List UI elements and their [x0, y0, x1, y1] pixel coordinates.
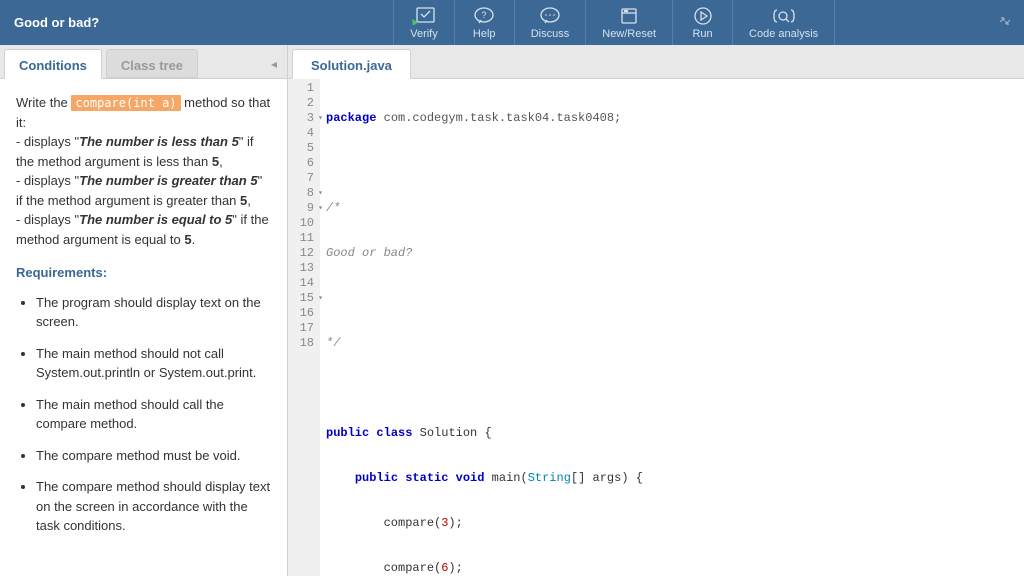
- tab-conditions[interactable]: Conditions: [4, 49, 102, 79]
- collapse-left-icon[interactable]: ◂: [265, 49, 283, 78]
- code-analysis-button[interactable]: Code analysis: [732, 0, 835, 45]
- help-button[interactable]: ? Help: [454, 0, 514, 45]
- new-reset-icon: [619, 6, 639, 26]
- line-gutter: 1 2 3 4 5 6 7 8 9 10 11 12 13 14 15 16 1…: [288, 79, 320, 576]
- run-button[interactable]: Run: [672, 0, 732, 45]
- requirement-item: The compare method should display text o…: [36, 477, 271, 536]
- editor-panel: Solution.java 1 2 3 4 5 6 7 8 9 10 11 12…: [288, 45, 1024, 576]
- cond-line-3: - displays "The number is equal to 5" if…: [16, 210, 271, 249]
- discuss-icon: [539, 6, 561, 26]
- code-area[interactable]: package com.codegym.task.task04.task0408…: [320, 79, 1024, 576]
- verify-button[interactable]: Verify: [393, 0, 454, 45]
- method-signature-code: compare(int a): [71, 95, 180, 111]
- task-intro: Write the compare(int a) method so that …: [16, 93, 271, 132]
- tab-class-tree[interactable]: Class tree: [106, 49, 198, 78]
- requirement-item: The main method should call the compare …: [36, 395, 271, 434]
- code-analysis-icon: [772, 6, 796, 26]
- run-icon: [693, 6, 713, 26]
- help-icon: ?: [473, 6, 495, 26]
- discuss-button[interactable]: Discuss: [514, 0, 586, 45]
- new-reset-button[interactable]: New/Reset: [585, 0, 672, 45]
- main-area: Conditions Class tree ◂ Write the compar…: [0, 45, 1024, 576]
- conditions-body: Write the compare(int a) method so that …: [0, 79, 287, 562]
- requirements-heading: Requirements:: [16, 263, 271, 283]
- left-tabs: Conditions Class tree ◂: [0, 45, 287, 79]
- code-editor[interactable]: 1 2 3 4 5 6 7 8 9 10 11 12 13 14 15 16 1…: [288, 79, 1024, 576]
- requirements-list: The program should display text on the s…: [16, 293, 271, 536]
- app-header: Good or bad? Verify ? Help Discuss New/R…: [0, 0, 1024, 45]
- file-tab-solution[interactable]: Solution.java: [292, 49, 411, 79]
- file-tabs: Solution.java: [288, 45, 1024, 79]
- cond-line-2: - displays "The number is greater than 5…: [16, 171, 271, 210]
- svg-text:?: ?: [482, 10, 487, 20]
- toolbar: Verify ? Help Discuss New/Reset Run: [393, 0, 835, 45]
- collapse-header-icon[interactable]: [998, 14, 1012, 31]
- task-title: Good or bad?: [0, 15, 113, 30]
- requirement-item: The compare method must be void.: [36, 446, 271, 466]
- conditions-panel: Conditions Class tree ◂ Write the compar…: [0, 45, 288, 576]
- cond-line-1: - displays "The number is less than 5" i…: [16, 132, 271, 171]
- requirement-item: The program should display text on the s…: [36, 293, 271, 332]
- requirement-item: The main method should not call System.o…: [36, 344, 271, 383]
- verify-icon: [412, 6, 436, 26]
